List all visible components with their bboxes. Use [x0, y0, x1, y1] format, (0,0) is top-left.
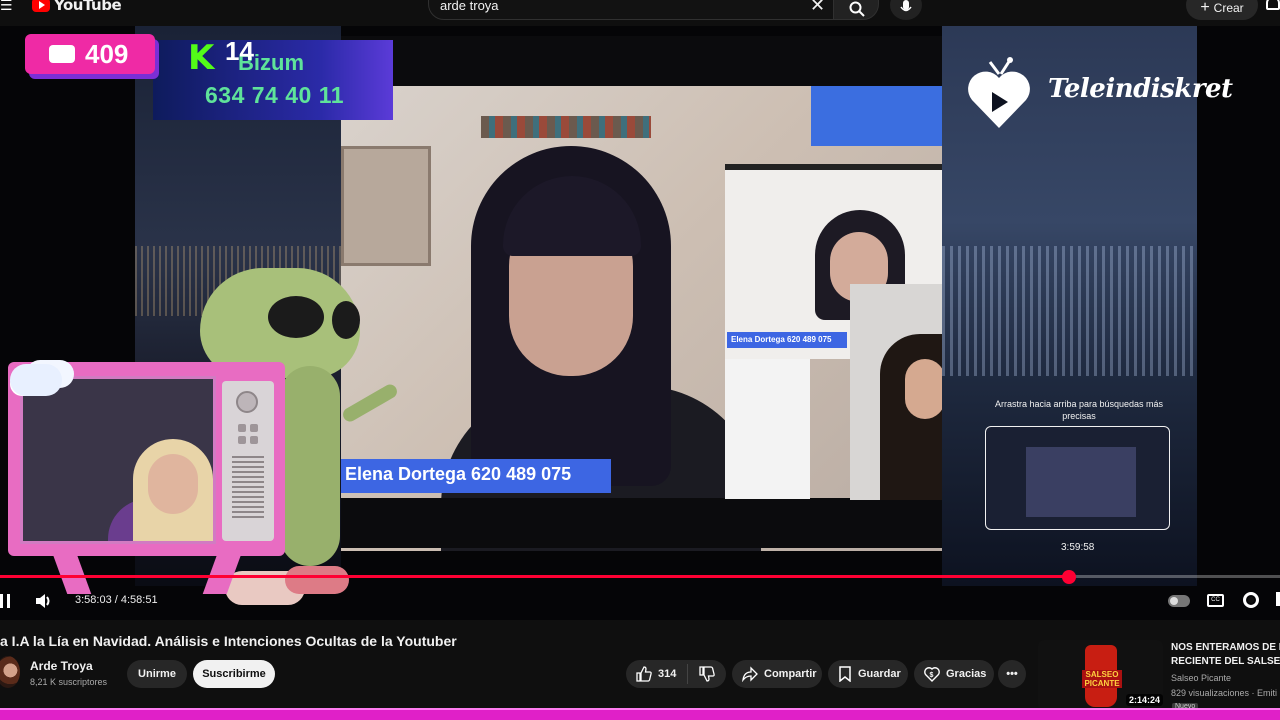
top-bar: ☰ YouTube arde troya ✕ + Crear: [0, 0, 1280, 26]
menu-icon[interactable]: ☰: [0, 0, 14, 14]
search-input[interactable]: arde troya: [440, 0, 499, 13]
tv-knob-icon: [236, 391, 258, 413]
recommended-title-line: RECIENTE DEL SALSEO: [1171, 656, 1280, 667]
create-button[interactable]: + Crear: [1186, 0, 1258, 20]
bizum-number: 634 74 40 11: [205, 82, 345, 108]
background-blue-panel: [811, 86, 942, 146]
chat-bubble-icon: [49, 45, 75, 63]
dislike-button[interactable]: [688, 666, 726, 682]
background-shelf: [341, 146, 431, 266]
svg-text:$: $: [930, 672, 934, 679]
third-guest-face: [905, 359, 942, 419]
microphone-icon: [900, 0, 912, 12]
save-button[interactable]: Guardar: [828, 660, 908, 688]
search-icon: [849, 1, 865, 17]
thumbs-down-icon: [699, 666, 715, 682]
settings-gear-icon[interactable]: [1243, 592, 1259, 608]
share-button[interactable]: Compartir: [732, 660, 822, 688]
recommended-video-duration: 2:14:24: [1126, 694, 1164, 706]
bookmark-icon: [839, 666, 851, 682]
pause-button[interactable]: [0, 594, 10, 608]
host-face: [148, 454, 198, 514]
overlay-bottom-strip-highlight: [0, 708, 1280, 710]
thumbnail-label: SALSEO PICANTE: [1082, 670, 1122, 688]
logo-text: YouTube: [54, 0, 122, 14]
host-camera-feed: [20, 376, 216, 544]
create-label: Crear: [1213, 1, 1244, 15]
seek-preview-time: 3:59:58: [1061, 542, 1095, 553]
progress-played: [0, 575, 1069, 578]
alien-mascot-body: [280, 366, 340, 566]
seek-preview-thumbnail: [985, 426, 1170, 530]
camera-frame-bottom: [341, 498, 942, 548]
volume-icon[interactable]: [34, 592, 52, 610]
recommended-channel-name[interactable]: Salseo Picante: [1171, 673, 1231, 683]
progress-scrubber-handle[interactable]: [1061, 570, 1076, 584]
super-thanks-icon: $: [924, 667, 940, 682]
tv-speaker-grille: [232, 456, 264, 518]
tv-button-icon: [250, 436, 258, 444]
cloud-decoration-icon: [10, 364, 62, 396]
thumbs-up-icon: [636, 666, 652, 682]
tv-frame-leg: [52, 554, 92, 594]
youtube-logo[interactable]: YouTube: [32, 0, 122, 14]
notifications-bell-icon[interactable]: [1266, 0, 1280, 10]
seek-preview-frame: [1026, 447, 1136, 517]
youtube-play-icon: [32, 0, 50, 12]
chat-count: 409: [85, 38, 129, 69]
recommended-view-count: 829 visualizaciones · Emiti: [1171, 688, 1278, 698]
voice-search-button[interactable]: [890, 0, 922, 20]
teleindiskret-heart-logo-icon: [968, 57, 1030, 128]
city-lights-right: [942, 246, 1197, 376]
autoplay-toggle[interactable]: [1168, 595, 1190, 607]
thanks-label: Gracias: [946, 668, 987, 680]
kick-logo-icon: K: [188, 38, 215, 78]
clear-search-icon[interactable]: ✕: [810, 0, 825, 16]
like-button[interactable]: 314: [626, 664, 688, 684]
alien-mascot-eye: [332, 301, 360, 339]
teleindiskret-brand-text: Teleindiskret: [1048, 74, 1233, 104]
alien-mascot-shoe: [285, 566, 349, 594]
fullscreen-icon[interactable]: [1276, 592, 1280, 606]
channel-avatar[interactable]: [0, 656, 20, 688]
seek-hint: Arrastra hacia arriba para búsquedas más…: [994, 399, 1164, 421]
join-button[interactable]: Unirme: [127, 660, 187, 688]
more-actions-icon[interactable]: •••: [998, 660, 1026, 688]
search-button[interactable]: [833, 0, 879, 20]
recommended-title-line: NOS ENTERAMOS DE L: [1171, 642, 1280, 653]
subscribe-button[interactable]: Suscribirme: [193, 660, 275, 688]
video-title: a I.A la Lía en Navidad. Análisis e Inte…: [0, 633, 457, 649]
time-display: 3:58:03 / 4:58:51: [75, 594, 158, 606]
subtitles-icon[interactable]: CC: [1207, 594, 1224, 607]
camera-frame-top: [341, 36, 942, 86]
save-label: Guardar: [858, 668, 901, 680]
kick-viewer-count: 14: [225, 36, 254, 66]
plus-icon: +: [1200, 0, 1210, 16]
guest-name-tag: Elena Dortega 620 489 075: [341, 459, 611, 493]
tv-button-icon: [250, 424, 258, 432]
thanks-button[interactable]: $ Gracias: [914, 660, 994, 688]
third-camera-feed: [850, 284, 942, 500]
tv-button-icon: [238, 424, 246, 432]
subscriber-count: 8,21 K suscriptores: [30, 677, 108, 687]
channel-name[interactable]: Arde Troya: [30, 659, 93, 673]
alien-mascot-eye: [268, 296, 324, 338]
share-arrow-icon: [742, 666, 758, 682]
video-player[interactable]: Elena Dortega 620 489 075 Elena Dortega …: [0, 26, 1280, 620]
like-count: 314: [658, 668, 677, 680]
background-shelf-bottles: [481, 116, 651, 138]
like-dislike-group: 314: [626, 660, 726, 688]
third-camera-background: [725, 359, 810, 499]
recommended-video-title[interactable]: NOS ENTERAMOS DE L RECIENTE DEL SALSEO: [1171, 641, 1280, 669]
tv-button-icon: [238, 436, 246, 444]
share-label: Compartir: [764, 668, 817, 680]
chat-counter-badge: 409: [25, 34, 155, 74]
secondary-name-tag: Elena Dortega 620 489 075: [727, 332, 847, 348]
